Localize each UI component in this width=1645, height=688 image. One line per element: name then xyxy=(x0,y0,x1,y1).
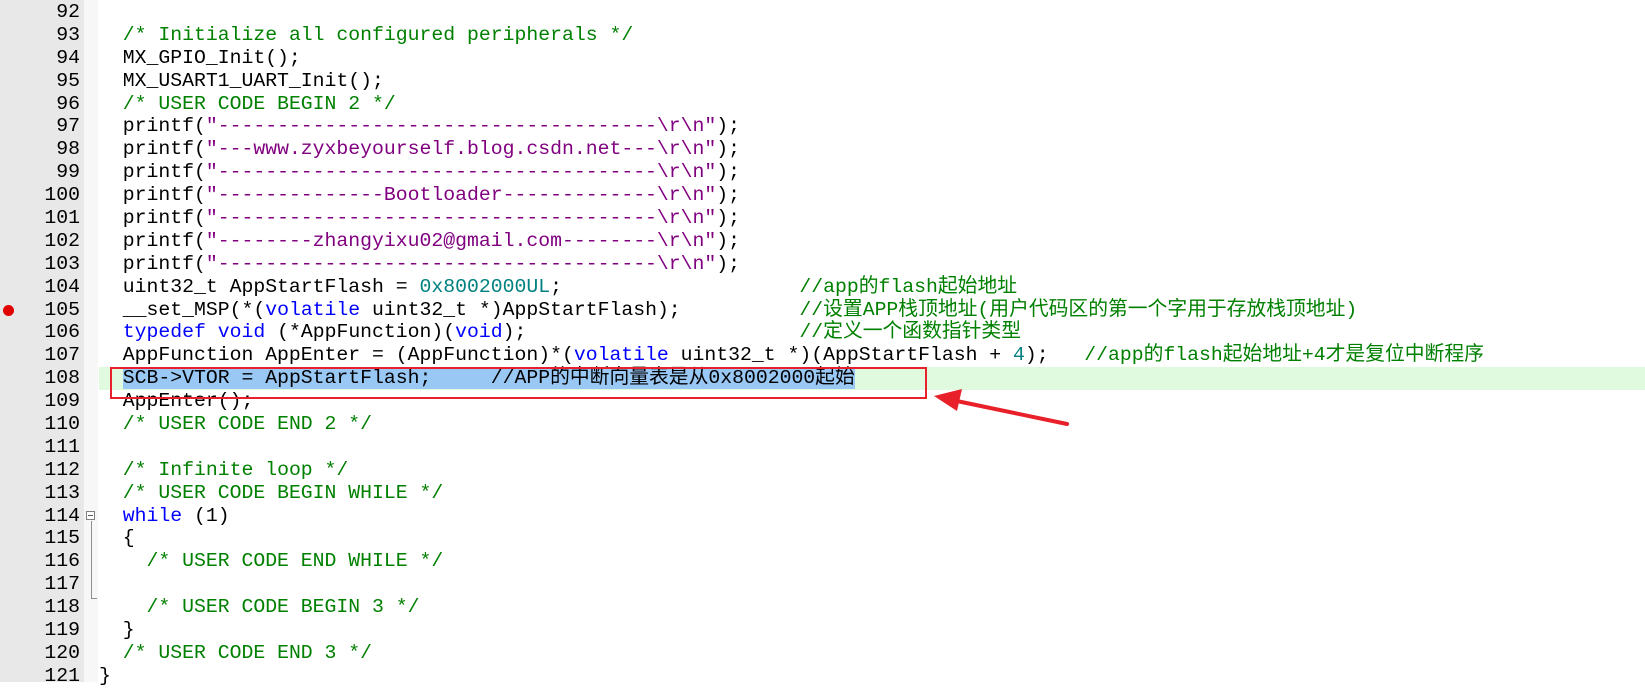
arrow-head xyxy=(934,389,962,411)
annotation-arrow xyxy=(934,389,1069,426)
arrow-shaft xyxy=(950,398,1069,426)
